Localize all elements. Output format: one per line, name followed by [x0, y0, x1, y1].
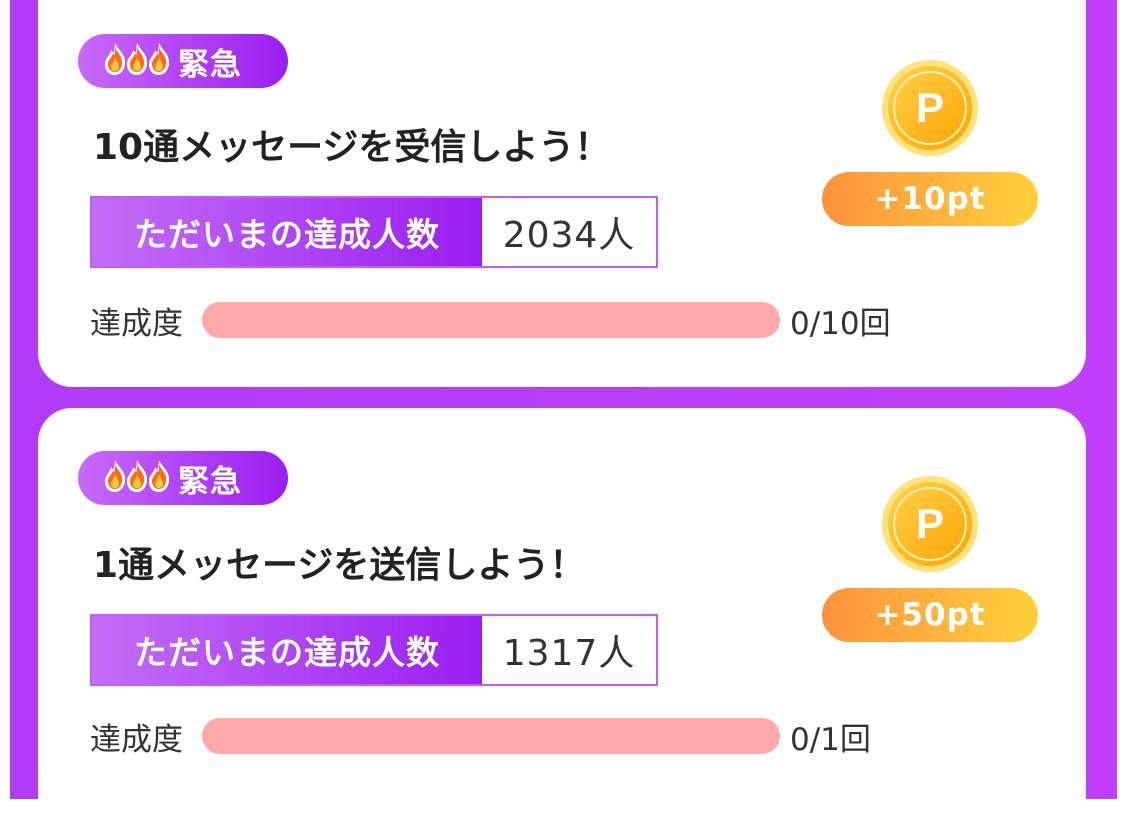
flames-icon-group [102, 41, 170, 81]
mission-card[interactable]: 緊急 1通メッセージを送信しよう！ ただいまの達成人数 1317人 達成度 0/… [38, 408, 1086, 828]
urgent-badge: 緊急 [78, 451, 288, 505]
flame-icon [149, 460, 170, 492]
flames-icon-group [102, 458, 170, 498]
badge-label: 緊急 [178, 463, 242, 500]
urgent-badge: 緊急 [78, 34, 288, 88]
achievers-count-box: ただいまの達成人数 1317人 [90, 614, 658, 686]
reward-points: +10pt [822, 172, 1038, 226]
progress-label: 達成度 [90, 721, 183, 758]
progress-row: 達成度 0/1回 [90, 716, 871, 758]
progress-label: 達成度 [90, 305, 183, 342]
point-coin-icon: P [882, 476, 978, 572]
reward-points: +50pt [822, 588, 1038, 642]
coin-letter: P [916, 500, 944, 547]
achievers-count-box: ただいまの達成人数 2034人 [90, 196, 658, 268]
right-edge [1117, 0, 1125, 799]
achievers-value: 1317人 [482, 616, 656, 684]
achievers-value: 2034人 [482, 198, 656, 266]
progress-bar [202, 718, 780, 754]
progress-bar [202, 302, 780, 338]
progress-count: 0/1回 [790, 721, 871, 758]
achievers-label: ただいまの達成人数 [92, 198, 482, 266]
flame-icon [149, 43, 170, 75]
mission-card[interactable]: 緊急 10通メッセージを受信しよう！ ただいまの達成人数 2034人 達成度 0… [38, 0, 1086, 387]
achievers-label: ただいまの達成人数 [92, 616, 482, 684]
progress-row: 達成度 0/10回 [90, 300, 891, 342]
left-edge [0, 0, 10, 799]
point-coin-icon: P [882, 60, 978, 156]
mission-title: 1通メッセージを送信しよう！ [93, 545, 586, 586]
coin-letter: P [916, 84, 944, 131]
progress-count: 0/10回 [790, 305, 891, 342]
mission-title: 10通メッセージを受信しよう！ [93, 127, 611, 168]
badge-label: 緊急 [178, 46, 242, 83]
